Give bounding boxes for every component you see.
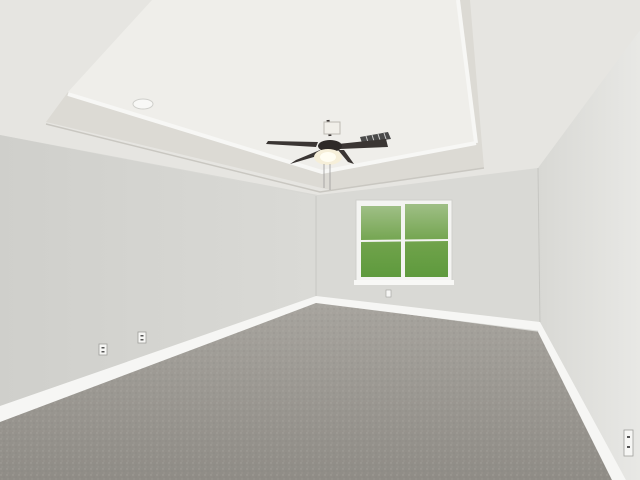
- outlet-icon: [385, 289, 392, 298]
- outlet-icon: [137, 331, 147, 344]
- empty-room-photo: [0, 0, 640, 480]
- smoke-detector-icon: [132, 98, 154, 110]
- window-muntin: [360, 239, 449, 242]
- window-sill: [354, 280, 454, 285]
- outlet-icon: [98, 343, 108, 356]
- window: [354, 199, 454, 285]
- outlet-icon: [623, 429, 634, 457]
